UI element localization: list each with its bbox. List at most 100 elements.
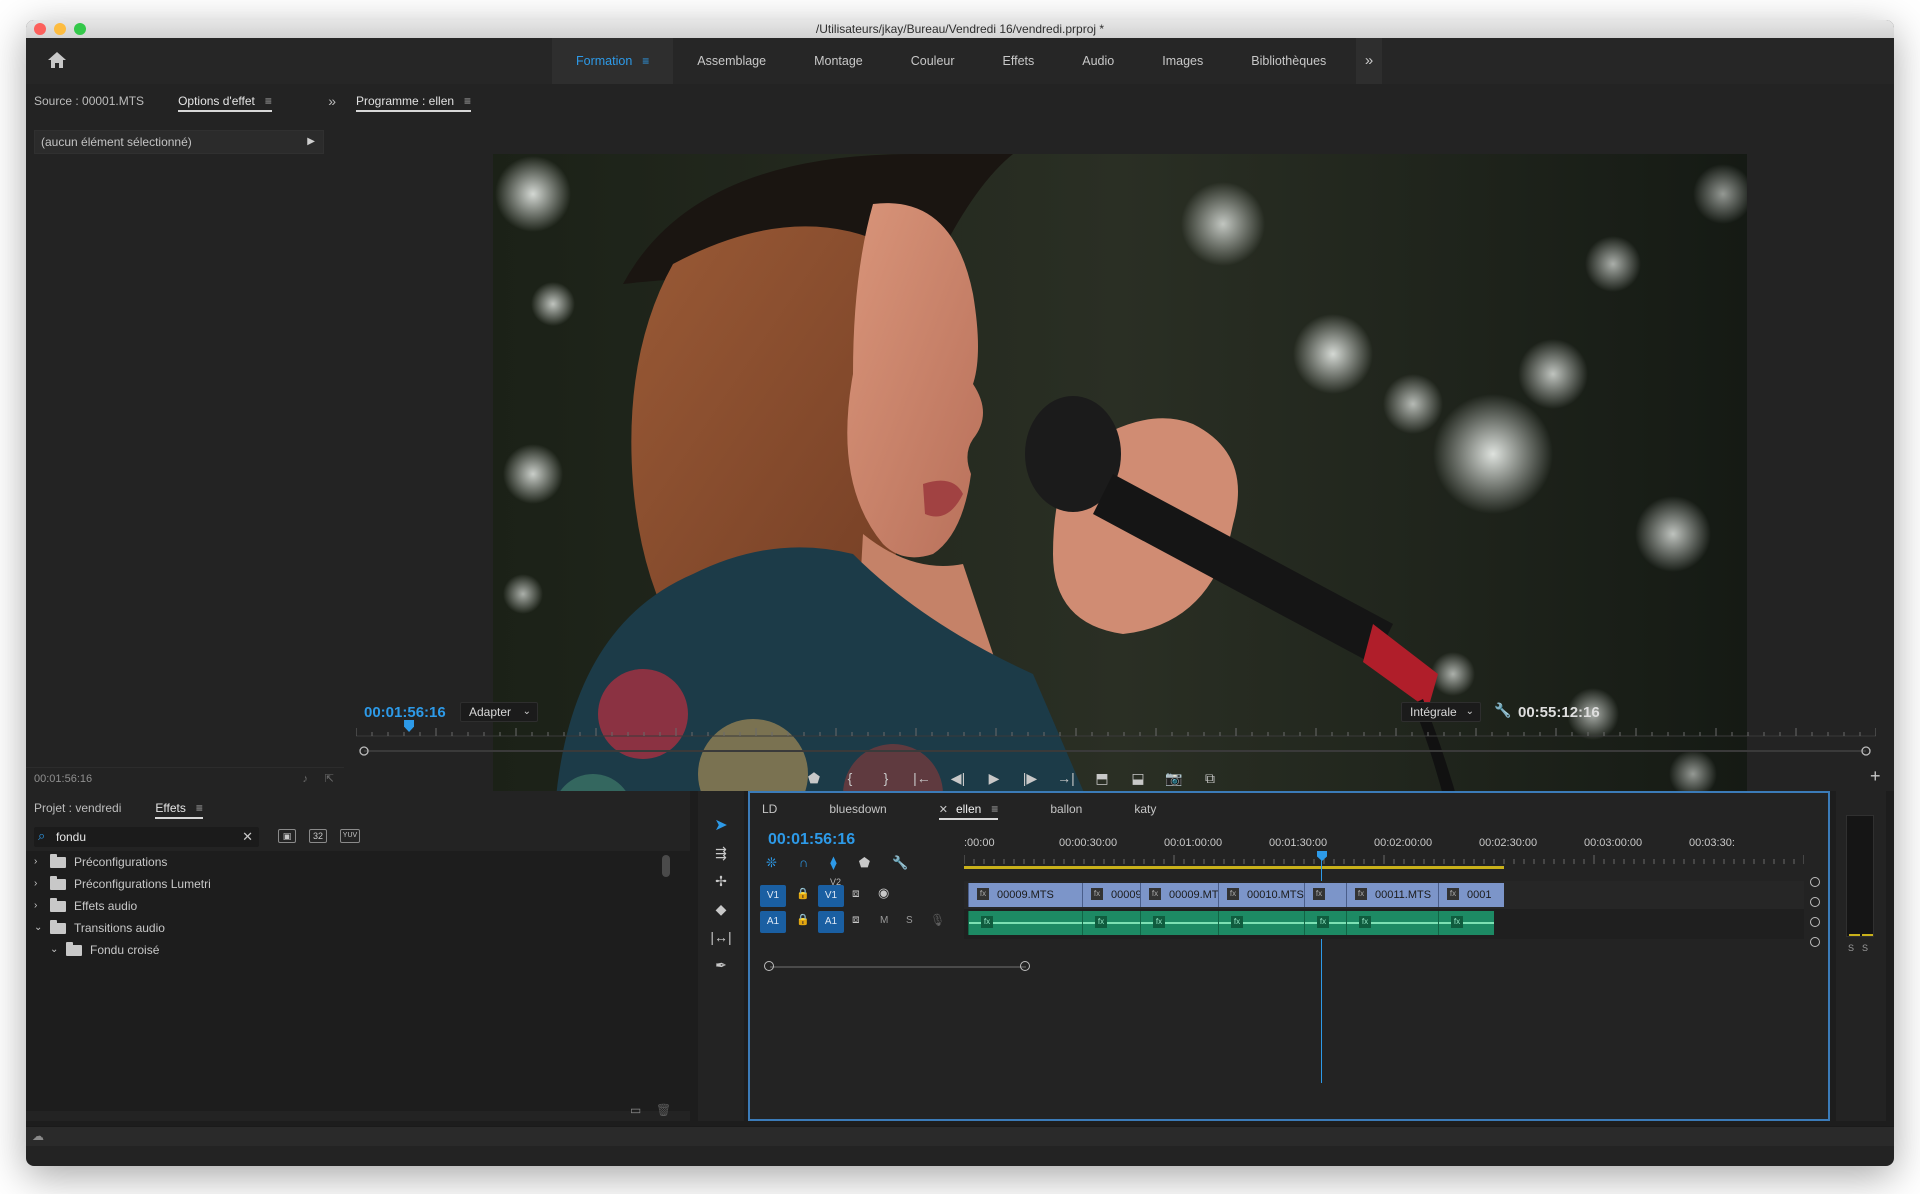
workspace-montage[interactable]: Montage (790, 38, 887, 84)
sync-lock-icon[interactable]: ⧈ (852, 912, 860, 927)
zoom-window-button[interactable] (74, 23, 86, 35)
workspace-images[interactable]: Images (1138, 38, 1227, 84)
timeline-zoom-scrollbar[interactable] (764, 961, 1624, 973)
tree-item-audio-effects[interactable]: › Effets audio (34, 895, 137, 917)
snap-magnet-icon[interactable]: ∩ (799, 855, 808, 873)
delete-icon[interactable]: 🗑 (656, 1103, 671, 1117)
track-select-tool-button[interactable]: ⇶ (698, 839, 744, 867)
extract-button[interactable]: ⬓ (1120, 764, 1156, 792)
work-area-bar[interactable] (964, 866, 1504, 869)
settings-wrench-icon[interactable]: 🔧 (892, 855, 908, 873)
play-button[interactable]: ▶ (976, 764, 1012, 792)
close-tab-icon[interactable]: ✕ (939, 804, 948, 816)
go-to-out-button[interactable]: →| (1048, 764, 1084, 792)
mark-in-button[interactable]: { (832, 764, 868, 792)
menu-icon[interactable]: ≡ (642, 38, 649, 84)
button-editor-add-icon[interactable]: + (1870, 766, 1881, 787)
timeline-ruler[interactable]: :00:00 00:00:30:00 00:01:00:00 00:01:30:00 0… (964, 837, 1804, 873)
compare-view-button[interactable]: ⧉ (1192, 764, 1228, 792)
video-clip[interactable]: fx (1304, 883, 1346, 907)
accelerated-effects-filter-icon[interactable]: ▣ (278, 829, 296, 843)
workspace-effets[interactable]: Effets (979, 38, 1059, 84)
audio-clip[interactable]: fx (1346, 911, 1438, 935)
track-target-v1[interactable]: V1 (818, 885, 844, 907)
scrollbar-thumb[interactable] (770, 966, 1026, 968)
cloud-sync-icon[interactable]: ☁ (32, 1129, 44, 1143)
menu-icon[interactable]: ≡ (196, 801, 203, 815)
expand-arrow-icon[interactable]: ▶ (307, 131, 315, 153)
audio-clip[interactable]: fx (1082, 911, 1140, 935)
timeline-timecode[interactable]: 00:01:56:16 (768, 831, 855, 849)
tab-sequence-bluesdown[interactable]: bluesdown (829, 793, 886, 825)
tab-project[interactable]: Projet : vendredi (34, 791, 121, 825)
panel-overflow-icon[interactable]: » (328, 84, 336, 118)
tab-sequence-ld[interactable]: LD (762, 793, 777, 825)
effects-scrollbar[interactable] (662, 855, 670, 877)
settings-wrench-icon[interactable]: 🔧 (1494, 702, 1511, 719)
workspace-bibliotheques[interactable]: Bibliothèques (1227, 38, 1350, 84)
workspace-assemblage[interactable]: Assemblage (673, 38, 790, 84)
tree-item-audio-transitions[interactable]: ⌄ Transitions audio (34, 917, 165, 939)
workspace-formation[interactable]: Formation ≡ (552, 38, 674, 84)
track-height-handle[interactable] (1810, 897, 1820, 907)
video-clip[interactable]: fx 0001 (1438, 883, 1504, 907)
audio-clip[interactable]: fx (1218, 911, 1304, 935)
solo-left-button[interactable]: S (1848, 943, 1854, 953)
tab-effects[interactable]: Effets ≡ (155, 791, 204, 825)
step-back-button[interactable]: ◀| (940, 764, 976, 792)
audio-clip[interactable]: fx (1140, 911, 1218, 935)
source-patch-a1[interactable]: A1 (760, 911, 786, 933)
playback-resolution-select[interactable]: Intégrale ⌄ (1401, 702, 1481, 722)
tracks-area[interactable]: fx00009.MTS fx00009. fx00009.MTS fx00010… (964, 877, 1804, 997)
lock-icon[interactable]: 🔒 (796, 887, 810, 900)
solo-track-button[interactable]: S (906, 915, 913, 926)
video-clip[interactable]: fx 00011.MTS (1346, 883, 1438, 907)
lift-button[interactable]: ⬒ (1084, 764, 1120, 792)
export-frame-button[interactable]: 📷 (1156, 764, 1192, 792)
sync-lock-icon[interactable]: ⧈ (852, 886, 860, 901)
pen-tool-button[interactable]: ✒ (698, 951, 744, 979)
32-bit-filter-icon[interactable]: 32 (309, 829, 327, 843)
video-clip[interactable]: fx 00010.MTS (1218, 883, 1304, 907)
close-window-button[interactable] (34, 23, 46, 35)
eye-icon[interactable]: ◉ (878, 885, 889, 901)
microphone-icon[interactable]: 🎙 (930, 913, 945, 927)
more-workspaces-button[interactable]: » (1356, 38, 1382, 84)
workspace-audio[interactable]: Audio (1058, 38, 1138, 84)
playhead-timecode[interactable]: 00:01:56:16 (364, 704, 446, 721)
source-patch-v1[interactable]: V1 (760, 885, 786, 907)
tree-item-crossfade[interactable]: ⌄ Fondu croisé (50, 939, 159, 961)
add-marker-button[interactable]: ⬟ (796, 764, 832, 792)
effects-search-box[interactable]: ⌕ fondu ✕ (34, 827, 259, 847)
tree-item-preconfigurations[interactable]: › Préconfigurations (34, 851, 167, 873)
clear-search-icon[interactable]: ✕ (242, 829, 253, 845)
video-clip[interactable]: fx 00009.MTS (968, 883, 1082, 907)
zoom-scrollbar[interactable] (356, 744, 1876, 758)
track-height-handle[interactable] (1810, 917, 1820, 927)
track-height-handle[interactable] (1810, 877, 1820, 887)
menu-icon[interactable]: ≡ (991, 802, 998, 816)
zoom-handle-right[interactable] (1020, 961, 1030, 971)
go-to-in-button[interactable]: |← (904, 764, 940, 792)
linked-selection-icon[interactable]: ⧫ (830, 855, 836, 873)
tree-item-lumetri-presets[interactable]: › Préconfigurations Lumetri (34, 873, 211, 895)
home-button[interactable] (46, 50, 70, 72)
tab-sequence-katy[interactable]: katy (1134, 793, 1156, 825)
track-target-a1[interactable]: A1 (818, 911, 844, 933)
tab-source[interactable]: Source : 00001.MTS (34, 84, 144, 118)
ripple-edit-tool-button[interactable]: ✢ (698, 867, 744, 895)
zoom-select[interactable]: Adapter ⌄ (460, 702, 538, 722)
track-height-handle[interactable] (1810, 937, 1820, 947)
yuv-filter-icon[interactable]: YUV (340, 829, 360, 843)
tab-sequence-ballon[interactable]: ballon (1050, 793, 1082, 825)
add-marker-icon[interactable]: ⬟ (859, 855, 870, 873)
new-bin-icon[interactable]: ▭ (630, 1103, 641, 1117)
menu-icon[interactable]: ≡ (265, 94, 272, 108)
mute-track-button[interactable]: M (880, 915, 888, 926)
audio-clip[interactable]: fx (1304, 911, 1346, 935)
zoom-handle-left[interactable] (764, 961, 774, 971)
menu-icon[interactable]: ≡ (464, 94, 471, 108)
selection-tool-button[interactable]: ➤ (698, 811, 744, 839)
nest-toggle-icon[interactable]: ❊ (766, 855, 777, 873)
mark-out-button[interactable]: } (868, 764, 904, 792)
